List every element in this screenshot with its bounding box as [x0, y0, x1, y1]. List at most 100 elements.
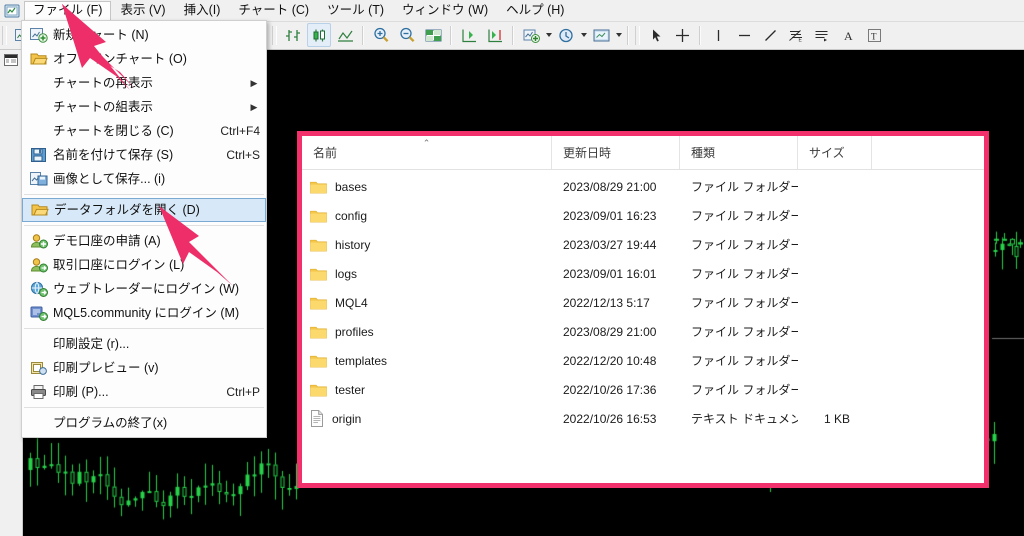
menu-item-14[interactable]: 印刷 (P)...Ctrl+P [22, 380, 266, 404]
demo-account-icon [25, 230, 53, 252]
menu-item-0[interactable]: 新規チャート (N) [22, 23, 266, 47]
file-name-cell[interactable]: profiles [302, 325, 552, 339]
file-name-cell[interactable]: MQL4 [302, 296, 552, 310]
column-header-2[interactable]: 種類 [680, 136, 798, 169]
file-name: logs [335, 267, 357, 281]
table-row[interactable]: config2023/09/01 16:23ファイル フォルダー [302, 201, 984, 230]
menu-item-15[interactable]: プログラムの終了(x) [22, 411, 266, 435]
table-row[interactable]: MQL42022/12/13 5:17ファイル フォルダー [302, 288, 984, 317]
tile-windows-icon[interactable] [421, 23, 445, 47]
file-modified-date-cell: 2022/10/26 16:53 [552, 412, 680, 426]
templates-icon[interactable] [589, 23, 613, 47]
menu-bar[interactable]: ファイル (F)表示 (V)挿入(I)チャート (C)ツール (T)ウィンドウ … [0, 0, 1024, 22]
line-chart-icon[interactable] [333, 23, 357, 47]
zoom-out-icon[interactable] [395, 23, 419, 47]
candlestick-chart-icon[interactable] [307, 23, 331, 47]
table-row[interactable]: origin2022/10/26 16:53テキスト ドキュメント1 KB [302, 404, 984, 433]
file-name: config [335, 209, 367, 223]
market-watch-toggle-icon[interactable] [1, 51, 21, 69]
menu-title-1[interactable]: 表示 (V) [111, 1, 174, 20]
file-dropdown-menu[interactable]: 新規チャート (N)オフラインチャート (O)チャートの再表示▶チャートの組表示… [21, 20, 267, 438]
table-row[interactable]: bases2023/08/29 21:00ファイル フォルダー [302, 172, 984, 201]
menu-item-12[interactable]: 印刷設定 (r)... [22, 332, 266, 356]
menu-title-4[interactable]: ツール (T) [318, 1, 393, 20]
chart-shift-icon[interactable] [483, 23, 507, 47]
table-row[interactable]: history2023/03/27 19:44ファイル フォルダー [302, 230, 984, 259]
file-name-cell[interactable]: tester [302, 383, 552, 397]
file-name-cell[interactable]: templates [302, 354, 552, 368]
column-header-3[interactable]: サイズ [798, 136, 872, 169]
file-name-cell[interactable]: history [302, 238, 552, 252]
menu-title-2[interactable]: 挿入(I) [175, 1, 230, 20]
column-header-1[interactable]: 更新日時 [552, 136, 680, 169]
submenu-arrow-icon: ▶ [248, 102, 260, 113]
menu-item-8[interactable]: デモ口座の申請 (A) [22, 229, 266, 253]
timeframes-icon[interactable] [554, 23, 578, 47]
file-name-cell[interactable]: logs [302, 267, 552, 281]
menu-item-label: 画像として保存... (i) [53, 172, 260, 187]
table-row[interactable]: profiles2023/08/29 21:00ファイル フォルダー [302, 317, 984, 346]
menu-title-0[interactable]: ファイル (F) [24, 1, 111, 21]
templates-dropdown-caret[interactable] [614, 25, 623, 45]
column-header-label: 種類 [691, 144, 715, 161]
menu-item-7[interactable]: データフォルダを開く (D) [22, 198, 266, 222]
trendline-icon[interactable] [758, 23, 782, 47]
table-row[interactable]: tester2022/10/26 17:36ファイル フォルダー [302, 375, 984, 404]
file-name: templates [335, 354, 387, 368]
file-modified-date: 2023/08/29 21:00 [563, 325, 656, 339]
menu-item-4[interactable]: チャートを閉じる (C)Ctrl+F4 [22, 119, 266, 143]
horizontal-line-icon[interactable] [732, 23, 756, 47]
bar-chart-icon[interactable] [281, 23, 305, 47]
menu-item-label: プログラムの終了(x) [53, 416, 260, 431]
column-header-0[interactable]: 名前⌃ [302, 136, 552, 169]
file-list-column-headers[interactable]: 名前⌃更新日時種類 サイズ [302, 136, 984, 170]
toolbar-grip[interactable] [635, 26, 640, 45]
file-explorer-window[interactable]: 名前⌃更新日時種類サイズ bases2023/08/29 21:00ファイル フ… [297, 131, 989, 488]
equidistant-channel-icon[interactable] [810, 23, 834, 47]
table-row[interactable]: templates2022/12/20 10:48ファイル フォルダー [302, 346, 984, 375]
file-modified-date: 2023/09/01 16:01 [563, 267, 656, 281]
file-size-cell: 1 KB [798, 412, 872, 426]
text-icon[interactable]: A [836, 23, 860, 47]
vertical-line-icon[interactable] [706, 23, 730, 47]
auto-scroll-icon[interactable] [457, 23, 481, 47]
file-modified-date-cell: 2023/08/29 21:00 [552, 325, 680, 339]
menu-item-5[interactable]: 名前を付けて保存 (S)Ctrl+S [22, 143, 266, 167]
toolbar-grip[interactable] [272, 26, 277, 45]
crosshair-icon[interactable] [670, 23, 694, 47]
indicators-dropdown-caret[interactable] [544, 25, 553, 45]
zoom-in-icon[interactable] [369, 23, 393, 47]
file-name-cell[interactable]: bases [302, 180, 552, 194]
menu-title-5[interactable]: ウィンドウ (W) [393, 1, 497, 20]
toolbar-separator [699, 26, 701, 45]
menu-title-6[interactable]: ヘルプ (H) [497, 1, 573, 20]
menu-item-shortcut: Ctrl+S [214, 148, 260, 162]
file-type: ファイル フォルダー [691, 265, 798, 282]
toolbar-grip[interactable] [2, 26, 7, 45]
menu-item-13[interactable]: 印刷プレビュー (v) [22, 356, 266, 380]
login-account-icon [25, 254, 53, 276]
menu-bar-items[interactable]: ファイル (F)表示 (V)挿入(I)チャート (C)ツール (T)ウィンドウ … [24, 1, 573, 21]
table-row[interactable]: logs 2023/09/01 16:01 ファイル フォルダー [302, 259, 984, 288]
menu-title-3[interactable]: チャート (C) [229, 1, 318, 20]
menu-item-10[interactable]: ウェブトレーダーにログイン (W) [22, 277, 266, 301]
menu-item-icon-empty [25, 120, 53, 142]
menu-item-2[interactable]: チャートの再表示▶ [22, 71, 266, 95]
menu-item-6[interactable]: 画像として保存... (i) [22, 167, 266, 191]
menu-item-11[interactable]: MQL5.community にログイン (M) [22, 301, 266, 325]
menu-item-9[interactable]: 取引口座にログイン (L) [22, 253, 266, 277]
menu-item-3[interactable]: チャートの組表示▶ [22, 95, 266, 119]
file-name: profiles [335, 325, 374, 339]
menu-item-1[interactable]: オフラインチャート (O) [22, 47, 266, 71]
file-name-cell[interactable]: origin [302, 410, 552, 427]
left-toolbar-strip[interactable] [0, 49, 23, 536]
file-name-cell[interactable]: config [302, 209, 552, 223]
text-label-icon[interactable]: T [862, 23, 886, 47]
file-list[interactable]: bases2023/08/29 21:00ファイル フォルダーconfig202… [302, 170, 984, 483]
file-type-cell: ファイル フォルダー [680, 294, 798, 311]
fibonacci-icon[interactable]: E [784, 23, 808, 47]
timeframes-dropdown-caret[interactable] [579, 25, 588, 45]
indicators-icon[interactable] [519, 23, 543, 47]
menu-item-icon-empty [25, 96, 53, 118]
cursor-icon[interactable] [644, 23, 668, 47]
